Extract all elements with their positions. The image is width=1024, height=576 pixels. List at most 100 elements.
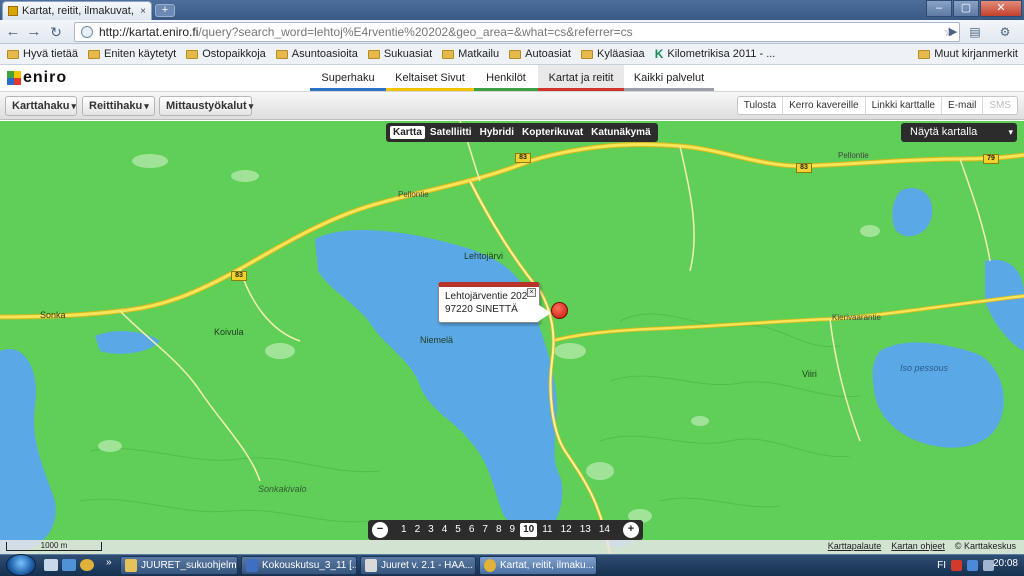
tell-friends-button[interactable]: Kerro kavereille [782, 97, 864, 114]
task-chrome-kartat[interactable]: Kartat, reitit, ilmaku... [479, 556, 597, 575]
chevron-down-icon: ▾ [71, 101, 76, 111]
bookmarks-bar: Hyvä tietää Eniten käytetyt Ostopaikkoja… [0, 44, 1024, 65]
bookmark-kylaasiaa[interactable]: Kyläasiaa [578, 48, 652, 60]
task-kokouskutsu[interactable]: Kokouskutsu_3_11 [... [241, 556, 357, 575]
page-globe-icon [81, 26, 93, 38]
tab-kaikki-palvelut[interactable]: Kaikki palvelut [624, 65, 714, 91]
zoom-level-10[interactable]: 10 [520, 523, 538, 537]
bookmark-ostopaikkoja[interactable]: Ostopaikkoja [183, 48, 273, 60]
tab-keltaiset-sivut[interactable]: Keltaiset Sivut [386, 65, 474, 91]
location-pin-icon[interactable] [551, 302, 568, 319]
lake-lehtojarvi [315, 230, 563, 535]
zoom-level-3[interactable]: 3 [425, 523, 437, 537]
chrome-icon[interactable] [80, 559, 94, 571]
map-type-switch: Kartta Satelliitti Hybridi Kopterikuvat … [386, 123, 658, 142]
tab-title: Kartat, reitit, ilmakuvat, k... [22, 5, 136, 17]
tab-close-icon[interactable]: × [140, 6, 146, 17]
ie-icon[interactable] [62, 559, 76, 571]
zoom-level-1[interactable]: 1 [398, 523, 410, 537]
play-icon[interactable]: ▶ [944, 23, 962, 41]
folder-icon [125, 559, 137, 572]
reittihaku-dropdown[interactable]: Reittihaku ▾ [82, 96, 155, 116]
zoom-level-7[interactable]: 7 [479, 523, 491, 537]
zoom-level-2[interactable]: 2 [412, 523, 424, 537]
zoom-level-9[interactable]: 9 [507, 523, 519, 537]
reload-icon[interactable]: ↻ [47, 23, 65, 41]
bookmark-label: Kilometrikisa 2011 - ... [667, 48, 776, 60]
zoom-level-4[interactable]: 4 [439, 523, 451, 537]
wrench-icon[interactable]: ⚙ [996, 23, 1014, 41]
map-canvas[interactable]: 83 83 83 79 Pellontie Pellontie Pellonti… [0, 121, 1024, 554]
address-bar[interactable]: http://kartat.eniro.fi/query?search_word… [74, 22, 960, 42]
tab-kartat-ja-reitit[interactable]: Kartat ja reitit [538, 65, 624, 91]
map-help-link[interactable]: Kartan ohjeet [891, 541, 945, 551]
chevron-down-icon: ▾ [1008, 127, 1013, 137]
bookmark-hyva-tietaa[interactable]: Hyvä tietää [4, 48, 85, 60]
show-on-map-dropdown[interactable]: Näytä kartalla ▾ [901, 123, 1017, 142]
map-type-satelliitti[interactable]: Satelliitti [427, 126, 475, 139]
map-type-katunakyma[interactable]: Katunäkymä [588, 126, 653, 139]
start-button[interactable] [6, 554, 36, 576]
tab-label: Keltaiset Sivut [395, 72, 465, 84]
task-juuret-folder[interactable]: JUURET_sukuohjelma [120, 556, 238, 575]
bookmark-autoasiat[interactable]: Autoasiat [506, 48, 578, 60]
zoom-level-12[interactable]: 12 [558, 523, 575, 537]
mittaustyokalut-dropdown[interactable]: Mittaustyökalut ▾ [159, 96, 253, 116]
place-label: Viiri [802, 369, 817, 379]
map-type-kopterikuvat[interactable]: Kopterikuvat [519, 126, 586, 139]
tray-app-icon[interactable] [951, 559, 962, 571]
zoom-level-13[interactable]: 13 [577, 523, 594, 537]
bookmark-eniten-kaytetyt[interactable]: Eniten käytetyt [85, 48, 183, 60]
folder-icon [7, 49, 19, 59]
language-indicator[interactable]: FI [937, 560, 946, 571]
show-desktop-icon[interactable] [44, 559, 58, 571]
sms-button: SMS [982, 97, 1017, 114]
place-label: Sonkakivalo [258, 484, 307, 494]
bookmark-asuntoasioita[interactable]: Asuntoasioita [273, 48, 365, 60]
folder-icon [186, 49, 199, 59]
popup-close-icon[interactable]: × [527, 288, 536, 297]
karttahaku-dropdown[interactable]: Karttahaku ▾ [5, 96, 77, 116]
page-menu-icon[interactable]: ▤ [966, 23, 984, 41]
zoom-level-14[interactable]: 14 [596, 523, 613, 537]
forward-arrow-icon[interactable]: → [25, 23, 43, 41]
bookmark-sukuasiat[interactable]: Sukuasiat [365, 48, 439, 60]
minimize-button[interactable]: – [926, 0, 952, 17]
map-type-hybridi[interactable]: Hybridi [477, 126, 517, 139]
place-label: Iso pessous [900, 363, 949, 373]
new-tab-button[interactable]: + [155, 4, 175, 17]
back-arrow-icon[interactable]: ← [4, 23, 22, 41]
bookmark-matkailu[interactable]: Matkailu [439, 48, 506, 60]
taskbar-clock[interactable]: 20:08 [993, 558, 1018, 569]
zoom-level-6[interactable]: 6 [466, 523, 478, 537]
tab-henkilot[interactable]: Henkilöt [474, 65, 538, 91]
email-button[interactable]: E-mail [940, 97, 982, 114]
map-type-kartta[interactable]: Kartta [390, 126, 425, 139]
network-icon[interactable] [967, 559, 978, 571]
task-juuret-app[interactable]: Juuret v. 2.1 - HAA... [360, 556, 476, 575]
zoom-out-icon[interactable]: − [372, 522, 388, 538]
bookmark-other[interactable]: Muut kirjanmerkit [918, 48, 1018, 60]
browser-tab-active[interactable]: Kartat, reitit, ilmakuvat, k... × [2, 1, 152, 20]
print-button[interactable]: Tulosta [738, 97, 782, 114]
close-window-button[interactable]: ✕ [980, 0, 1022, 17]
folder-icon [580, 49, 593, 59]
zoom-level-8[interactable]: 8 [493, 523, 505, 537]
maximize-button[interactable]: ▢ [953, 0, 979, 17]
eniro-logo[interactable]: eniro [7, 69, 67, 87]
overflow-chevron-icon[interactable]: » [106, 557, 112, 568]
feedback-link[interactable]: Karttapalaute [828, 541, 882, 551]
zoom-level-5[interactable]: 5 [452, 523, 464, 537]
lake-west [0, 349, 56, 554]
bookmark-label: Sukuasiat [383, 48, 433, 60]
tab-superhaku[interactable]: Superhaku [310, 65, 386, 91]
zoom-level-11[interactable]: 11 [539, 523, 555, 537]
tab-color-bar [474, 88, 538, 91]
kilometrikisa-icon: K [654, 47, 664, 61]
zoom-in-icon[interactable]: + [622, 522, 639, 538]
lake-east [985, 259, 1024, 351]
map-footer-links: Karttapalaute Kartan ohjeet © Karttakesk… [828, 541, 1016, 551]
map-link-button[interactable]: Linkki karttalle [864, 97, 941, 114]
bookmark-kilometrikisa[interactable]: K Kilometrikisa 2011 - ... [652, 47, 783, 61]
tab-label: Henkilöt [486, 72, 526, 84]
